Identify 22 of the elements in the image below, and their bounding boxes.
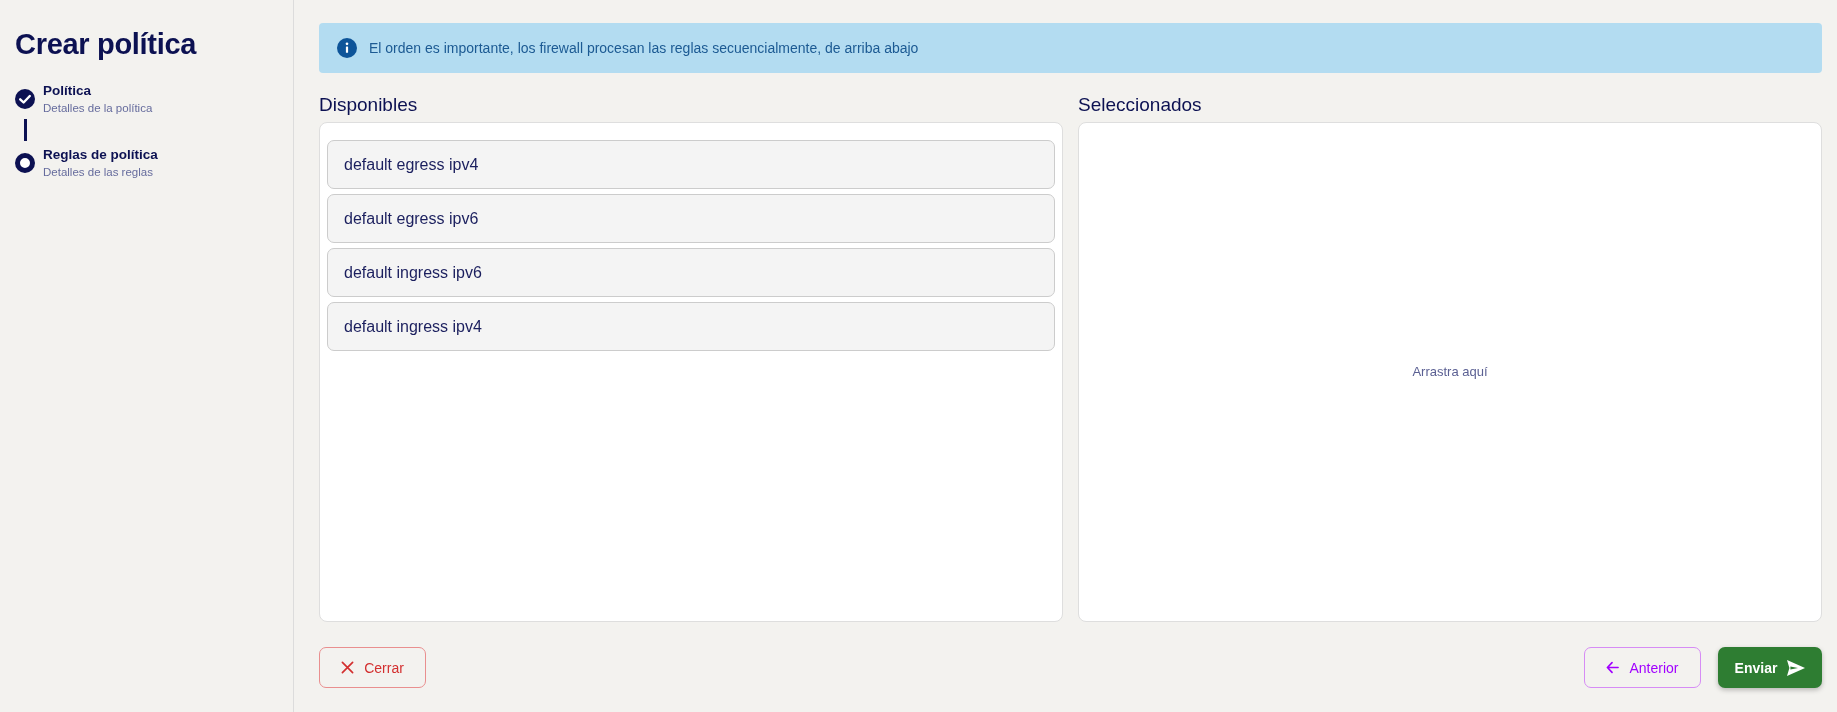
close-icon bbox=[341, 661, 355, 674]
page-title: Crear política bbox=[15, 27, 198, 62]
step-subtitle: Detalles de la política bbox=[43, 101, 153, 116]
rule-item[interactable]: default ingress ipv4 bbox=[327, 302, 1055, 351]
send-icon bbox=[1787, 659, 1806, 676]
step-title: Reglas de política bbox=[43, 146, 158, 164]
drop-zone[interactable]: Arrastra aquí bbox=[1078, 122, 1822, 622]
rule-item[interactable]: default egress ipv4 bbox=[327, 140, 1055, 189]
step-subtitle: Detalles de las reglas bbox=[43, 165, 154, 180]
close-button[interactable]: Cerrar bbox=[319, 647, 426, 688]
rule-item[interactable]: default ingress ipv6 bbox=[327, 248, 1055, 297]
send-button[interactable]: Enviar bbox=[1718, 647, 1822, 688]
banner-message: El orden es importante, los firewall procesan las reglas secuencialmente, de arriba abajo bbox=[369, 39, 919, 57]
back-button[interactable]: Anterior bbox=[1584, 647, 1701, 688]
step-connector bbox=[24, 119, 27, 141]
step-title: Política bbox=[43, 82, 92, 100]
section-heading: Disponibles bbox=[319, 93, 419, 117]
info-icon bbox=[337, 38, 357, 58]
section-heading: Seleccionados bbox=[1078, 93, 1203, 117]
rule-item[interactable]: default egress ipv6 bbox=[327, 194, 1055, 243]
arrow-left-icon bbox=[1606, 661, 1620, 674]
drop-hint: Arrastra aquí bbox=[1412, 364, 1488, 380]
